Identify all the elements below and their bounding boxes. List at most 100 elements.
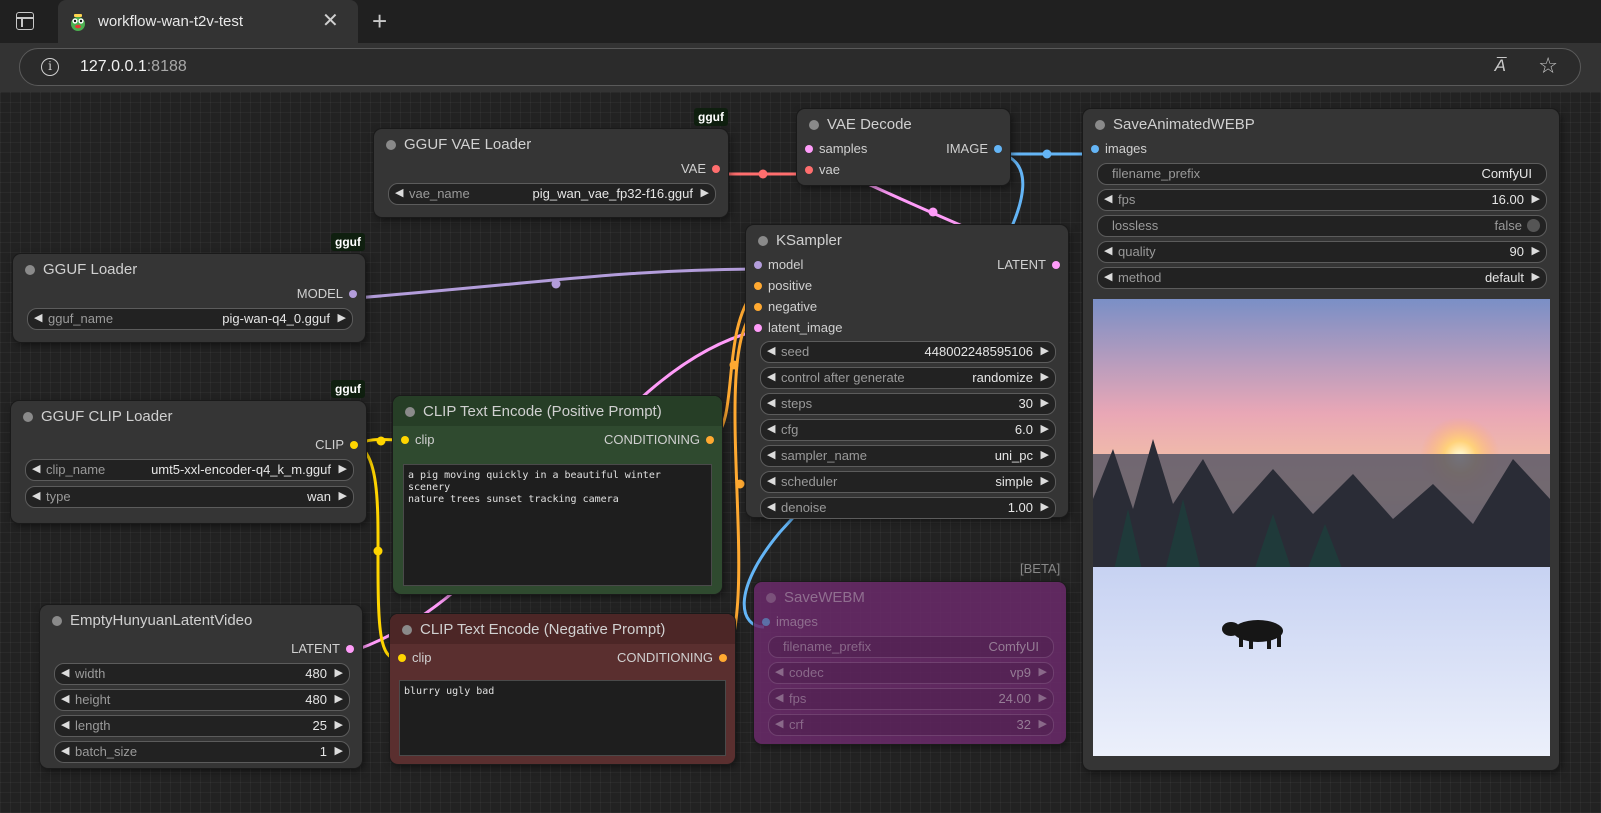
input-slot-images[interactable] (762, 618, 770, 626)
decrement-arrow-icon[interactable]: ◀ (767, 422, 775, 435)
increment-arrow-icon[interactable]: ▶ (335, 718, 343, 731)
widget-filename-prefix[interactable]: filename_prefix ComfyUI (1097, 163, 1547, 185)
widget-height[interactable]: ◀ height 480 ▶ (54, 689, 350, 711)
widget-method[interactable]: ◀ method default ▶ (1097, 267, 1547, 289)
widget-type[interactable]: ◀ type wan ▶ (25, 486, 354, 508)
input-slot-negative[interactable] (754, 303, 762, 311)
decrement-arrow-icon[interactable]: ◀ (767, 344, 775, 357)
widget-filename-prefix[interactable]: filename_prefix ComfyUI (768, 636, 1054, 658)
widget-sampler-name[interactable]: ◀ sampler_name uni_pc ▶ (760, 445, 1056, 467)
new-tab-icon[interactable]: + (372, 6, 387, 36)
output-slot-image[interactable] (994, 145, 1002, 153)
output-slot-conditioning[interactable] (706, 436, 714, 444)
decrement-arrow-icon[interactable]: ◀ (767, 396, 775, 409)
collapse-dot-icon[interactable] (405, 407, 415, 417)
decrement-arrow-icon[interactable]: ◀ (32, 462, 40, 475)
increment-arrow-icon[interactable]: ▶ (1532, 270, 1540, 283)
decrement-arrow-icon[interactable]: ◀ (32, 489, 40, 502)
widget-scheduler[interactable]: ◀ scheduler simple ▶ (760, 471, 1056, 493)
node-header[interactable]: VAE Decode (797, 109, 1010, 139)
increment-arrow-icon[interactable]: ▶ (335, 666, 343, 679)
node-gguf-vae-loader[interactable]: GGUF VAE Loader VAE ◀ vae_name pig_wan_v… (374, 129, 728, 217)
preview-image[interactable] (1093, 299, 1550, 756)
widget-codec[interactable]: ◀ codec vp9 ▶ (768, 662, 1054, 684)
decrement-arrow-icon[interactable]: ◀ (1104, 270, 1112, 283)
site-info-icon[interactable]: i (41, 58, 59, 76)
increment-arrow-icon[interactable]: ▶ (1039, 665, 1047, 678)
increment-arrow-icon[interactable]: ▶ (335, 744, 343, 757)
read-aloud-icon[interactable]: A̅ (1495, 56, 1506, 76)
widget-length[interactable]: ◀ length 25 ▶ (54, 715, 350, 737)
node-header[interactable]: CLIP Text Encode (Negative Prompt) (390, 614, 735, 644)
increment-arrow-icon[interactable]: ▶ (1041, 396, 1049, 409)
output-slot-model[interactable] (349, 290, 357, 298)
increment-arrow-icon[interactable]: ▶ (1041, 474, 1049, 487)
input-slot-positive[interactable] (754, 282, 762, 290)
widget-quality[interactable]: ◀ quality 90 ▶ (1097, 241, 1547, 263)
input-slot-model[interactable] (754, 261, 762, 269)
output-slot-latent[interactable] (1052, 261, 1060, 269)
output-slot-clip[interactable] (350, 441, 358, 449)
widget-crf[interactable]: ◀ crf 32 ▶ (768, 714, 1054, 736)
browser-tab-active[interactable]: workflow-wan-t2v-test ✕ (58, 0, 358, 43)
node-header[interactable]: GGUF VAE Loader (374, 129, 728, 159)
widget-gguf-name[interactable]: ◀ gguf_name pig-wan-q4_0.gguf ▶ (27, 308, 353, 330)
widget-fps[interactable]: ◀ fps 24.00 ▶ (768, 688, 1054, 710)
collapse-dot-icon[interactable] (402, 625, 412, 635)
collapse-dot-icon[interactable] (23, 412, 33, 422)
prompt-textarea[interactable]: a pig moving quickly in a beautiful wint… (403, 464, 712, 586)
increment-arrow-icon[interactable]: ▶ (1532, 244, 1540, 257)
widget-fps[interactable]: ◀ fps 16.00 ▶ (1097, 189, 1547, 211)
increment-arrow-icon[interactable]: ▶ (701, 186, 709, 199)
node-header[interactable]: GGUF CLIP Loader (11, 401, 366, 431)
address-bar[interactable]: i 127.0.0.1:8188 A̅ ☆ (19, 48, 1581, 86)
collapse-dot-icon[interactable] (386, 140, 396, 150)
increment-arrow-icon[interactable]: ▶ (1041, 448, 1049, 461)
node-header[interactable]: GGUF Loader (13, 254, 365, 284)
decrement-arrow-icon[interactable]: ◀ (61, 744, 69, 757)
decrement-arrow-icon[interactable]: ◀ (767, 448, 775, 461)
output-slot-latent[interactable] (346, 645, 354, 653)
tab-close-icon[interactable]: ✕ (322, 9, 339, 33)
collapse-dot-icon[interactable] (758, 236, 768, 246)
decrement-arrow-icon[interactable]: ◀ (775, 717, 783, 730)
decrement-arrow-icon[interactable]: ◀ (61, 718, 69, 731)
collapse-dot-icon[interactable] (1095, 120, 1105, 130)
widget-lossless-toggle[interactable]: lossless false (1097, 215, 1547, 237)
increment-arrow-icon[interactable]: ▶ (339, 462, 347, 475)
node-header[interactable]: SaveWEBM (754, 582, 1066, 612)
node-clip-text-positive[interactable]: CLIP Text Encode (Positive Prompt) clip … (393, 396, 722, 594)
increment-arrow-icon[interactable]: ▶ (1041, 370, 1049, 383)
increment-arrow-icon[interactable]: ▶ (1041, 344, 1049, 357)
widget-steps[interactable]: ◀ steps 30 ▶ (760, 393, 1056, 415)
input-slot-images[interactable] (1091, 145, 1099, 153)
toggle-knob-icon[interactable] (1527, 219, 1540, 232)
increment-arrow-icon[interactable]: ▶ (1532, 192, 1540, 205)
decrement-arrow-icon[interactable]: ◀ (767, 474, 775, 487)
favorite-star-icon[interactable]: ☆ (1538, 53, 1558, 79)
input-slot-clip[interactable] (398, 654, 406, 662)
widget-seed[interactable]: ◀ seed 448002248595106 ▶ (760, 341, 1056, 363)
node-save-webm[interactable]: SaveWEBM images filename_prefix ComfyUI … (754, 582, 1066, 744)
decrement-arrow-icon[interactable]: ◀ (395, 186, 403, 199)
sidebar-toggle-icon[interactable] (16, 12, 34, 30)
node-header[interactable]: CLIP Text Encode (Positive Prompt) (393, 396, 722, 426)
node-empty-hunyuan-latent-video[interactable]: EmptyHunyuanLatentVideo LATENT ◀ width 4… (40, 605, 362, 768)
node-gguf-clip-loader[interactable]: GGUF CLIP Loader CLIP ◀ clip_name umt5-x… (11, 401, 366, 523)
widget-denoise[interactable]: ◀ denoise 1.00 ▶ (760, 497, 1056, 519)
node-header[interactable]: KSampler (746, 225, 1068, 255)
decrement-arrow-icon[interactable]: ◀ (1104, 192, 1112, 205)
node-save-animated-webp[interactable]: SaveAnimatedWEBP images filename_prefix … (1083, 109, 1559, 770)
output-slot-vae[interactable] (712, 165, 720, 173)
node-clip-text-negative[interactable]: CLIP Text Encode (Negative Prompt) clip … (390, 614, 735, 764)
node-ksampler[interactable]: KSampler model LATENT positive negative … (746, 225, 1068, 519)
decrement-arrow-icon[interactable]: ◀ (775, 665, 783, 678)
increment-arrow-icon[interactable]: ▶ (1039, 691, 1047, 704)
collapse-dot-icon[interactable] (809, 120, 819, 130)
widget-width[interactable]: ◀ width 480 ▶ (54, 663, 350, 685)
widget-clip-name[interactable]: ◀ clip_name umt5-xxl-encoder-q4_k_m.gguf… (25, 459, 354, 481)
increment-arrow-icon[interactable]: ▶ (1039, 717, 1047, 730)
node-canvas[interactable]: gguf GGUF VAE Loader VAE ◀ vae_name pig_… (0, 92, 1601, 813)
widget-cfg[interactable]: ◀ cfg 6.0 ▶ (760, 419, 1056, 441)
output-slot-conditioning[interactable] (719, 654, 727, 662)
